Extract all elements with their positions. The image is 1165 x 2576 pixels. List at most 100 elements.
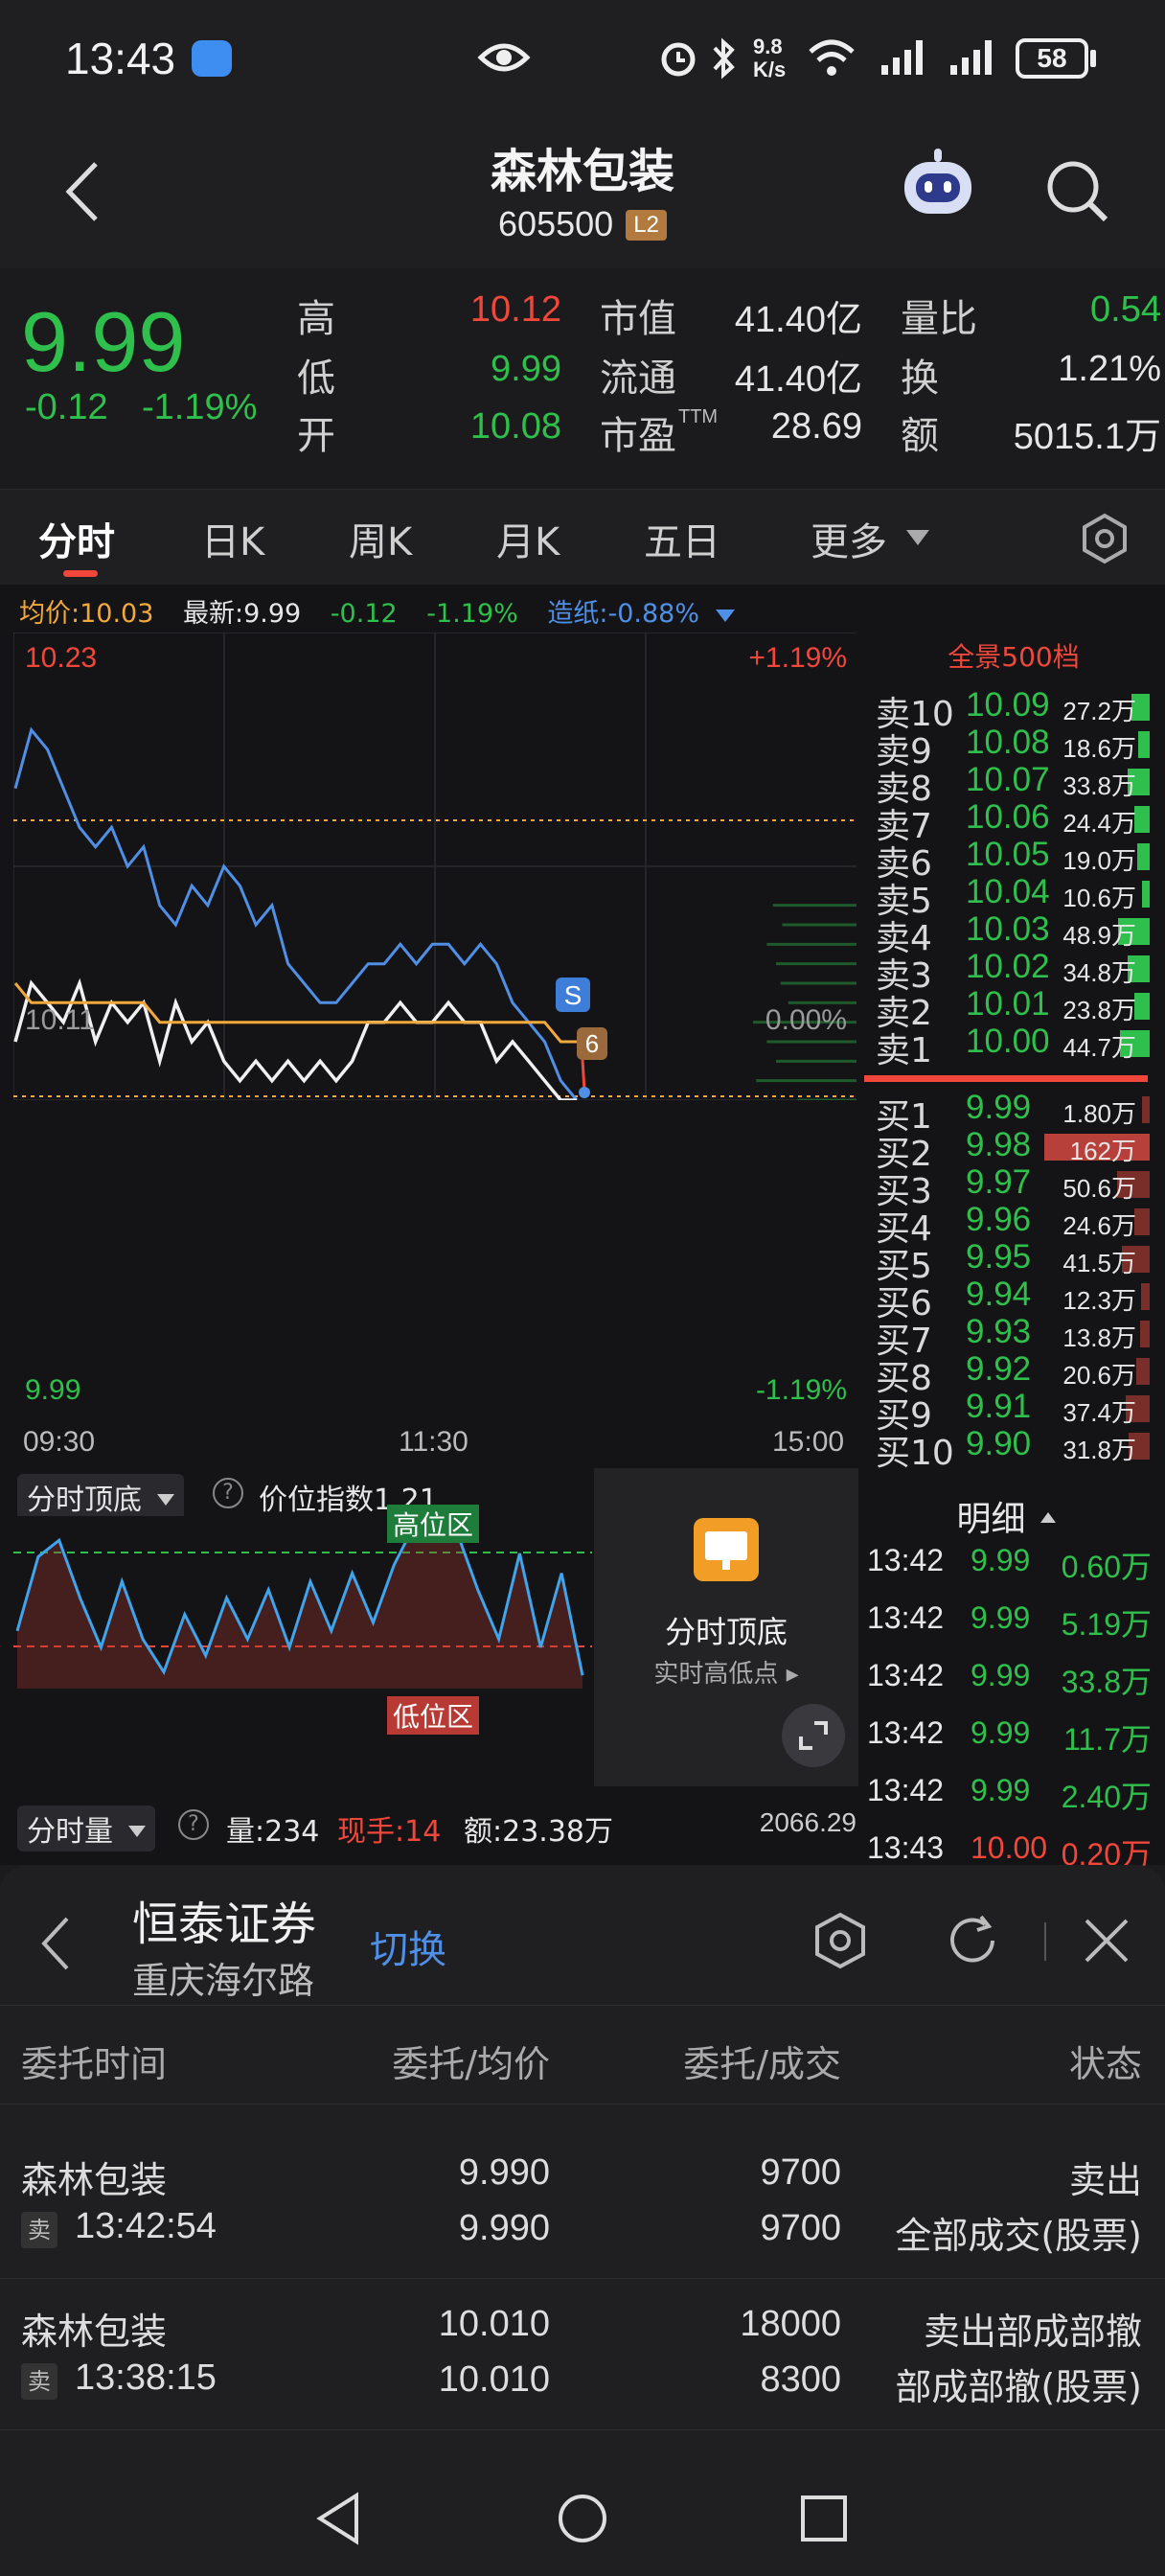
order-price: 10.010 — [438, 2304, 550, 2344]
signal-icon-1 — [881, 40, 923, 75]
order-stock-name: 森林包装 — [21, 2159, 168, 2201]
robot-assistant-icon[interactable] — [899, 149, 977, 221]
price-change-pct: -1.19% — [142, 387, 258, 427]
orderbook-volume: 23.8万 — [1062, 996, 1136, 1024]
volume-help-icon[interactable]: ? — [178, 1809, 209, 1840]
y-mid-label: 10.11 — [25, 1004, 95, 1036]
x-label-close: 15:00 — [772, 1426, 845, 1458]
order-row[interactable]: 森林包装卖 13:38:15 10.010 10.010 18000 8300 卖出部成部撤… — [0, 2279, 1165, 2430]
x-label-noon: 11:30 — [399, 1426, 468, 1458]
orderbook-row[interactable]: 买5 9.95 41.5万 — [862, 1238, 1165, 1286]
orderbook-volume: 44.7万 — [1062, 1033, 1136, 1062]
refresh-icon[interactable] — [943, 1911, 1002, 1970]
current-hand-value: 现手:14 — [337, 1815, 442, 1849]
orderbook-row[interactable]: 卖9 10.08 18.6万 — [862, 724, 1165, 771]
pct-top-label: +1.19% — [748, 642, 847, 674]
status-bar: 13:43 9.8 K/s 58 — [0, 0, 1165, 120]
promo-card[interactable]: 分时顶底 实时高低点 ▸ — [594, 1468, 858, 1786]
volume-dropdown-icon — [127, 1826, 146, 1837]
orderbook-row[interactable]: 卖8 10.07 33.8万 — [862, 761, 1165, 809]
indicator-selector[interactable]: 分时顶底 — [17, 1474, 184, 1520]
volume-right-value: 2066.29 — [759, 1807, 857, 1837]
orderbook-row[interactable]: 卖7 10.06 24.4万 — [862, 798, 1165, 846]
volume-ratio-label: 量比 — [901, 297, 977, 341]
latest-price-label: 最新:9.99 — [183, 599, 302, 629]
orderbook-row[interactable]: 卖6 10.05 19.0万 — [862, 836, 1165, 884]
orderbook-level: 卖1 — [876, 1031, 932, 1070]
search-icon[interactable] — [1044, 158, 1111, 225]
orderbook-row[interactable]: 买8 9.92 20.6万 — [862, 1350, 1165, 1398]
orderbook-row[interactable]: 卖10 10.09 27.2万 — [862, 686, 1165, 734]
tick-row: 13:42 9.99 5.19万 — [867, 1600, 1159, 1654]
nav-recents-icon[interactable] — [799, 2494, 849, 2543]
orderbook-price: 10.06 — [966, 798, 1050, 836]
orderbook-volume: 18.6万 — [1062, 734, 1136, 763]
tab-daily-k[interactable]: 日K — [201, 511, 264, 566]
chart-change-pct: -1.19% — [426, 599, 518, 629]
orderbook-row[interactable]: 卖1 10.00 44.7万 — [862, 1023, 1165, 1070]
orderbook-row[interactable]: 买4 9.96 24.6万 — [862, 1201, 1165, 1249]
stock-header: 森林包装 605500 L2 — [0, 120, 1165, 268]
low-label: 低 — [297, 356, 335, 401]
amount-value: 5015.1万 — [1013, 417, 1161, 457]
orderbook-row[interactable]: 卖2 10.01 23.8万 — [862, 985, 1165, 1033]
switch-broker-link[interactable]: 切换 — [370, 1919, 446, 1974]
tab-weekly-k[interactable]: 周K — [349, 511, 412, 566]
orderbook-row[interactable]: 买10 9.90 31.8万 — [862, 1425, 1165, 1473]
expand-icon[interactable] — [782, 1704, 845, 1767]
broker-settings-icon[interactable] — [811, 1911, 870, 1970]
volume-selector[interactable]: 分时量 — [17, 1806, 155, 1852]
buy-marker[interactable]: 6 — [577, 1027, 607, 1060]
low-zone-badge: 低位区 — [387, 1696, 480, 1735]
toolbar-divider — [1044, 1922, 1046, 1961]
orderbook-row[interactable]: 卖4 10.03 48.9万 — [862, 910, 1165, 958]
volume-ratio-value: 0.54 — [1090, 289, 1161, 330]
orderbook-price: 10.03 — [966, 910, 1050, 948]
order-time: 13:42:54 — [75, 2206, 217, 2246]
orderbook-row[interactable]: 买2 9.98 162万 — [862, 1126, 1165, 1174]
orderbook-row[interactable]: 卖5 10.04 10.6万 — [862, 873, 1165, 921]
orderbook-volume: 12.3万 — [1062, 1286, 1136, 1315]
orderbook-price: 9.92 — [966, 1350, 1032, 1388]
orderbook-row[interactable]: 买6 9.94 12.3万 — [862, 1276, 1165, 1323]
orderbook-row[interactable]: 买7 9.93 13.8万 — [862, 1313, 1165, 1361]
help-icon[interactable]: ? — [213, 1478, 243, 1508]
order-avg-price: 10.010 — [438, 2359, 550, 2400]
nav-back-icon[interactable] — [314, 2492, 364, 2545]
order-status-detail: 全部成交(股票) — [895, 2215, 1142, 2257]
col-price: 委托/均价 — [392, 2043, 550, 2085]
tab-more[interactable]: 更多 — [811, 511, 887, 566]
nav-home-icon[interactable] — [556, 2492, 609, 2545]
orderbook-price: 9.95 — [966, 1238, 1032, 1276]
orderbook-divider — [864, 1075, 1148, 1082]
orderbook-row[interactable]: 卖3 10.02 34.8万 — [862, 948, 1165, 996]
volume-value: 量:234 — [226, 1815, 320, 1849]
orderbook-price: 9.93 — [966, 1313, 1032, 1350]
sector-dropdown-icon[interactable] — [715, 610, 735, 622]
col-order-time: 委托时间 — [21, 2043, 168, 2085]
close-icon[interactable] — [1081, 1915, 1132, 1966]
order-status: 卖出 — [1068, 2159, 1142, 2201]
orderbook-row[interactable]: 买1 9.99 1.80万 — [862, 1089, 1165, 1137]
low-value: 9.99 — [491, 349, 561, 389]
tab-monthly-k[interactable]: 月K — [496, 511, 560, 566]
tick-volume: 0.60万 — [1061, 1550, 1152, 1584]
tab-intraday[interactable]: 分时 — [38, 511, 115, 566]
tab-five-day[interactable]: 五日 — [644, 511, 720, 566]
promo-subtitle[interactable]: 实时高低点 ▸ — [594, 1654, 858, 1690]
broker-back-icon[interactable] — [38, 1915, 73, 1972]
sell-marker[interactable]: S — [556, 978, 590, 1012]
orderbook-volume: 37.4万 — [1062, 1398, 1136, 1427]
y-top-label: 10.23 — [25, 642, 98, 674]
orderbook-volume: 24.4万 — [1062, 809, 1136, 838]
orderbook-row[interactable]: 买3 9.97 50.6万 — [862, 1163, 1165, 1211]
orderbook-volume-bar — [1140, 1321, 1150, 1347]
stock-name: 森林包装 — [490, 145, 674, 198]
battery-icon: 58 — [1016, 38, 1088, 79]
y-bottom-label: 9.99 — [25, 1374, 81, 1406]
sector-paper-label[interactable]: 造纸:-0.88% — [547, 599, 699, 629]
order-row[interactable]: 森林包装卖 13:42:54 9.990 9.990 9700 9700 卖出 全部成交(股票… — [0, 2128, 1165, 2279]
indicator-dropdown-icon — [156, 1494, 174, 1506]
orderbook-row[interactable]: 买9 9.91 37.4万 — [862, 1388, 1165, 1436]
chart-settings-icon[interactable] — [1079, 513, 1131, 564]
